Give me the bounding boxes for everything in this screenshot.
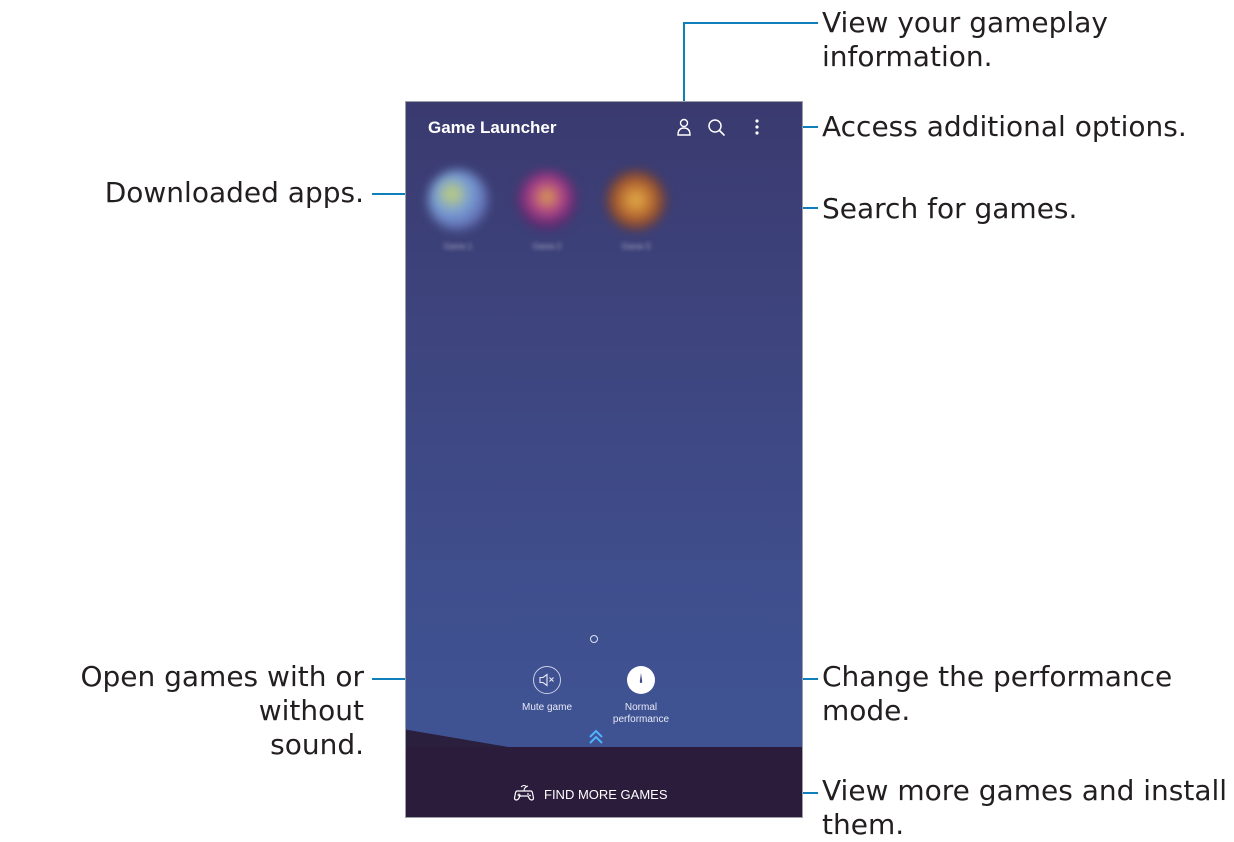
app-thumbnail xyxy=(517,170,577,230)
callout-additional-options: Access additional options. xyxy=(822,110,1187,143)
mute-label: Mute game xyxy=(521,702,573,713)
callout-search-games: Search for games. xyxy=(822,192,1078,225)
search-icon[interactable] xyxy=(705,116,727,138)
callout-open-games: Open games with or without sound. xyxy=(0,660,364,762)
page-indicator xyxy=(590,635,598,643)
performance-control[interactable]: Normal performance xyxy=(596,666,686,726)
callout-gameplay-info: View your gameplay information. xyxy=(822,6,1108,74)
callout-open-games-line2: sound. xyxy=(270,728,364,761)
performance-label-line2: performance xyxy=(612,714,670,725)
callout-view-more-line2: them. xyxy=(822,808,905,841)
app-thumbnail xyxy=(428,170,488,230)
more-options-icon[interactable] xyxy=(746,116,768,138)
callout-open-games-line1: Open games with or without xyxy=(80,660,364,727)
bottom-bar-background xyxy=(406,747,802,817)
phone-screen: Game Launcher Game 1 Game 2 Game 3 Mute … xyxy=(405,101,803,818)
profile-icon[interactable] xyxy=(673,116,695,138)
app-name: Game 1 xyxy=(443,242,473,251)
callout-gameplay-info-line1: View your gameplay xyxy=(822,6,1108,39)
performance-label-line1: Normal xyxy=(624,702,658,713)
speaker-muted-icon xyxy=(534,673,560,696)
callout-gameplay-info-line2: information. xyxy=(822,40,993,73)
callout-view-more: View more games and install them. xyxy=(822,774,1227,842)
app-tile[interactable]: Game 3 xyxy=(597,170,675,266)
callout-view-more-line1: View more games and install xyxy=(822,774,1228,807)
leader-gameplay-horizontal xyxy=(683,22,818,24)
find-more-games-button[interactable]: FIND MORE GAMES xyxy=(513,783,668,805)
mute-game-control[interactable]: Mute game xyxy=(502,666,592,714)
app-name: Game 3 xyxy=(621,242,651,251)
callout-performance-mode: Change the performance mode. xyxy=(822,660,1173,727)
app-title: Game Launcher xyxy=(428,118,557,137)
app-tile[interactable]: Game 1 xyxy=(419,170,497,266)
find-more-games-label: FIND MORE GAMES xyxy=(544,786,668,802)
gamepad-icon xyxy=(513,783,544,806)
double-chevron-up-icon[interactable] xyxy=(586,727,606,747)
app-name: Game 2 xyxy=(532,242,562,251)
app-thumbnail xyxy=(606,170,666,230)
performance-button[interactable] xyxy=(627,666,655,694)
leader-gameplay-vertical xyxy=(683,22,685,112)
mute-button[interactable] xyxy=(533,666,561,694)
callout-downloaded-apps: Downloaded apps. xyxy=(104,176,364,209)
gauge-icon xyxy=(627,673,655,697)
app-tile[interactable]: Game 2 xyxy=(508,170,586,266)
